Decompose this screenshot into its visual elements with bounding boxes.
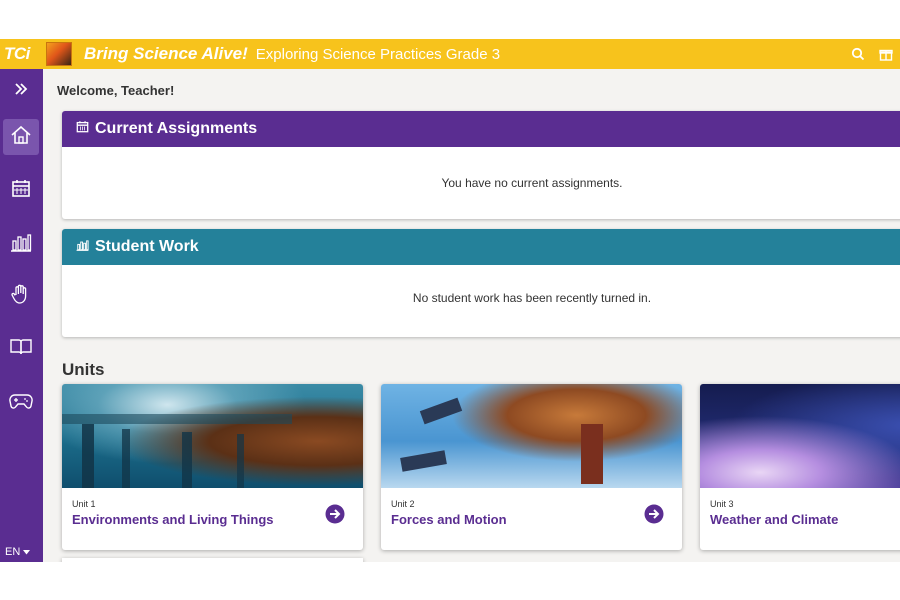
unit-3-image-lightning-storm	[700, 384, 900, 488]
current-assignments-card: Current Assignments You have no current …	[62, 111, 900, 219]
sidebar-item-games[interactable]	[3, 385, 39, 421]
arrow-circle-right-icon[interactable]	[644, 504, 664, 524]
bar-chart-icon	[10, 232, 32, 257]
home-icon	[10, 124, 32, 151]
sidebar-item-reports[interactable]	[3, 226, 39, 262]
current-assignments-body: You have no current assignments.	[62, 147, 900, 219]
unit-2-name[interactable]: Forces and Motion	[391, 512, 507, 527]
student-work-header[interactable]: Student Work	[62, 229, 900, 265]
unit-3-name[interactable]: Weather and Climate	[710, 512, 838, 527]
calendar-icon	[11, 178, 31, 203]
search-icon[interactable]	[844, 39, 872, 69]
unit-card-4-partial[interactable]	[62, 558, 363, 562]
current-assignments-header[interactable]: Current Assignments	[62, 111, 900, 147]
sidebar-item-hand[interactable]	[3, 278, 39, 314]
sidebar-item-calendar[interactable]	[3, 172, 39, 208]
unit-1-image-underwater	[62, 384, 363, 488]
bar-chart-icon	[76, 238, 89, 256]
sidebar-expand-button[interactable]	[3, 73, 39, 109]
unit-3-number: Unit 3	[710, 499, 734, 509]
sidebar: EN	[0, 69, 43, 562]
unit-2-number: Unit 2	[391, 499, 415, 509]
student-work-title: Student Work	[95, 238, 199, 255]
language-selector[interactable]: EN	[5, 546, 31, 558]
brand-title: Bring Science Alive!	[84, 44, 248, 63]
caret-down-icon	[23, 546, 31, 558]
top-bar: TCi Bring Science Alive! Exploring Scien…	[0, 39, 900, 69]
calendar-icon	[76, 120, 89, 138]
double-chevron-right-icon	[13, 81, 29, 102]
sidebar-item-book[interactable]	[3, 331, 39, 367]
unit-card-1[interactable]: Unit 1 Environments and Living Things	[62, 384, 363, 550]
main-content: Welcome, Teacher! Current Assignments Yo…	[43, 69, 900, 562]
student-work-card: Student Work No student work has been re…	[62, 229, 900, 337]
gift-icon[interactable]	[872, 39, 900, 69]
book-cover-thumbnail[interactable]	[46, 42, 72, 66]
arrow-circle-right-icon[interactable]	[325, 504, 345, 524]
student-work-body: No student work has been recently turned…	[62, 265, 900, 331]
course-title: Exploring Science Practices Grade 3	[255, 45, 501, 63]
unit-card-3[interactable]: Unit 3 Weather and Climate	[700, 384, 900, 550]
unit-2-image-swing-ride	[381, 384, 682, 488]
app-window: TCi Bring Science Alive! Exploring Scien…	[0, 39, 900, 562]
current-assignments-title: Current Assignments	[95, 120, 258, 137]
book-icon	[10, 338, 32, 361]
unit-card-2[interactable]: Unit 2 Forces and Motion	[381, 384, 682, 550]
welcome-message: Welcome, Teacher!	[57, 83, 175, 98]
student-work-message: No student work has been recently turned…	[412, 291, 652, 305]
unit-1-number: Unit 1	[72, 499, 96, 509]
current-assignments-message: You have no current assignments.	[441, 176, 623, 190]
sidebar-item-home[interactable]	[3, 119, 39, 155]
tci-logo[interactable]: TCi	[0, 44, 42, 64]
top-icons	[844, 39, 900, 69]
hand-icon	[10, 283, 32, 310]
unit-1-name[interactable]: Environments and Living Things	[72, 512, 274, 527]
gamepad-icon	[9, 392, 33, 415]
language-label: EN	[5, 546, 21, 558]
units-heading: Units	[62, 360, 105, 379]
